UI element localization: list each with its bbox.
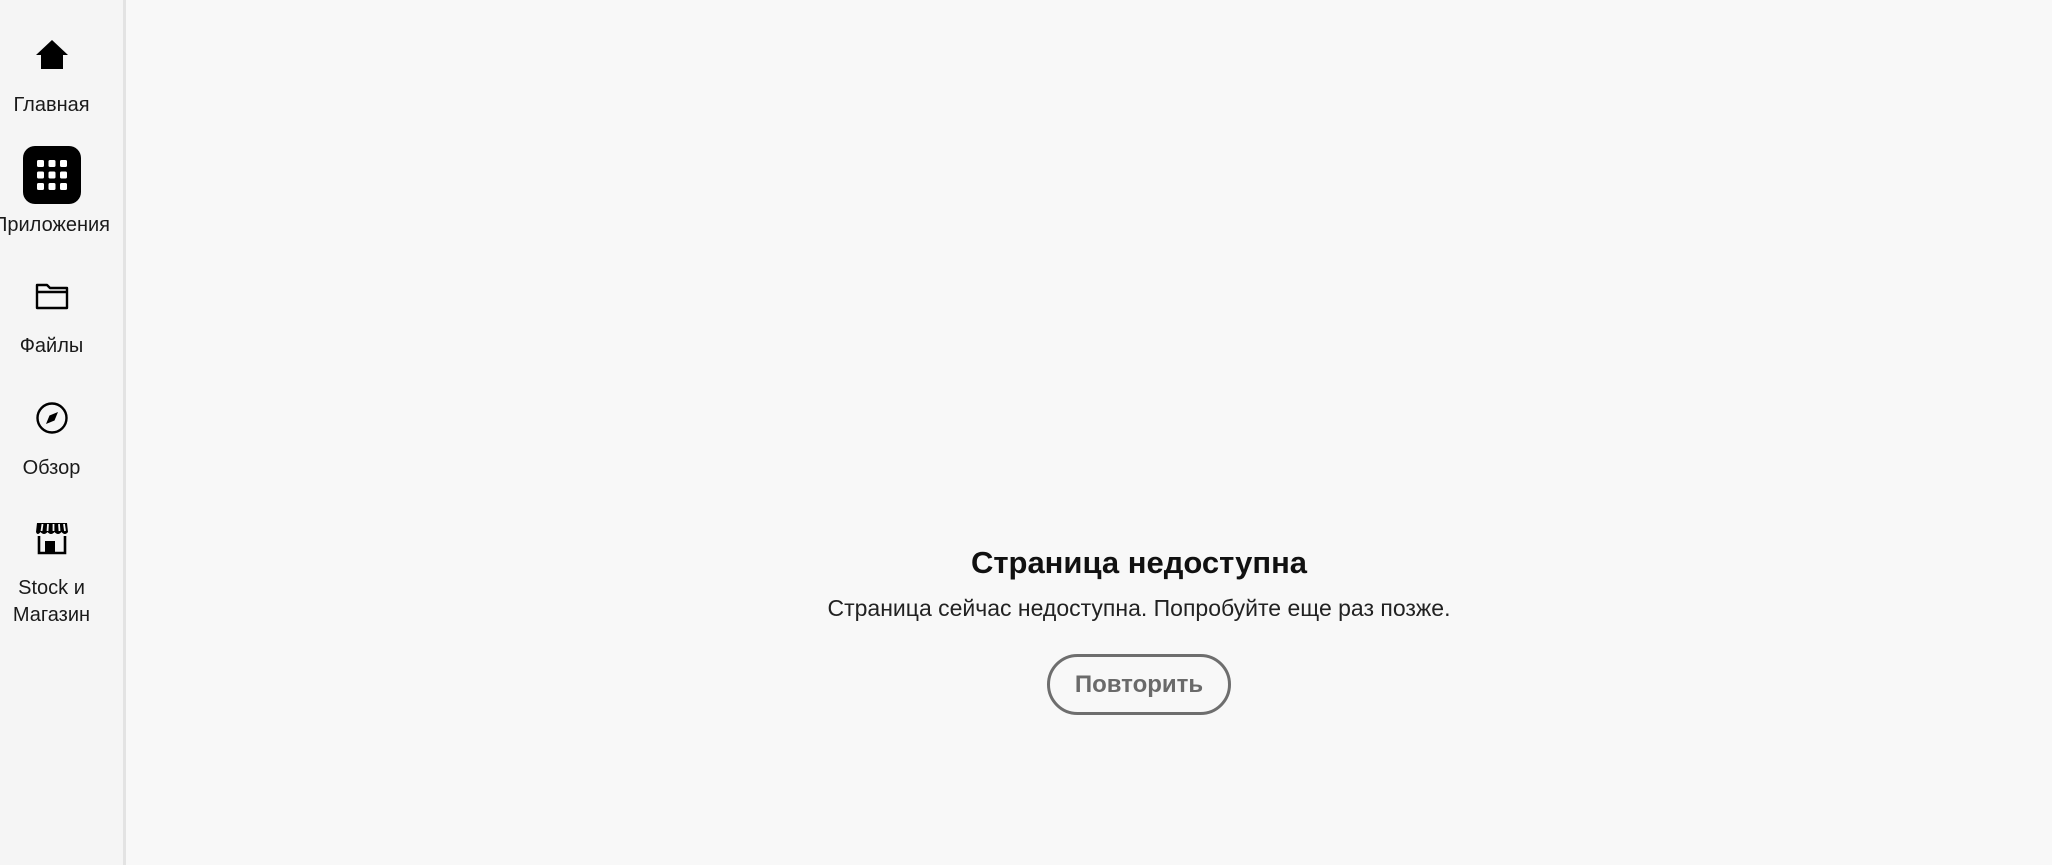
sidebar-item-label: Главная	[13, 94, 90, 116]
sidebar-item-apps[interactable]: Приложения	[0, 146, 110, 239]
sidebar-item-label: Обзор	[22, 457, 81, 479]
sidebar-item-files[interactable]: Файлы	[0, 267, 103, 360]
error-panel: Страница недоступна Страница сейчас недо…	[661, 543, 1617, 715]
main-content: Страница недоступна Страница сейчас недо…	[129, 0, 2052, 865]
retry-button[interactable]: Повторить	[1047, 654, 1231, 715]
sidebar-item-stock[interactable]: Stock и Магазин	[0, 509, 103, 629]
sidebar-item-label: Приложения	[0, 214, 111, 236]
sidebar-item-explore[interactable]: Обзор	[0, 389, 103, 482]
apps-grid-icon	[22, 146, 81, 204]
folder-icon	[23, 267, 81, 325]
compass-icon	[23, 389, 81, 447]
sidebar-item-home[interactable]: Главная	[0, 26, 103, 119]
error-message: Страница сейчас недоступна. Попробуйте е…	[827, 595, 1451, 621]
storefront-icon	[23, 509, 81, 567]
error-title: Страница недоступна	[970, 545, 1308, 580]
app-window: Главная Приложения Файлы Обзор Stock и М…	[0, 0, 2052, 865]
home-icon	[23, 26, 81, 84]
sidebar: Главная Приложения Файлы Обзор Stock и М…	[0, 0, 126, 865]
sidebar-item-label: Stock и Магазин	[12, 577, 91, 626]
sidebar-item-label: Файлы	[19, 335, 84, 357]
